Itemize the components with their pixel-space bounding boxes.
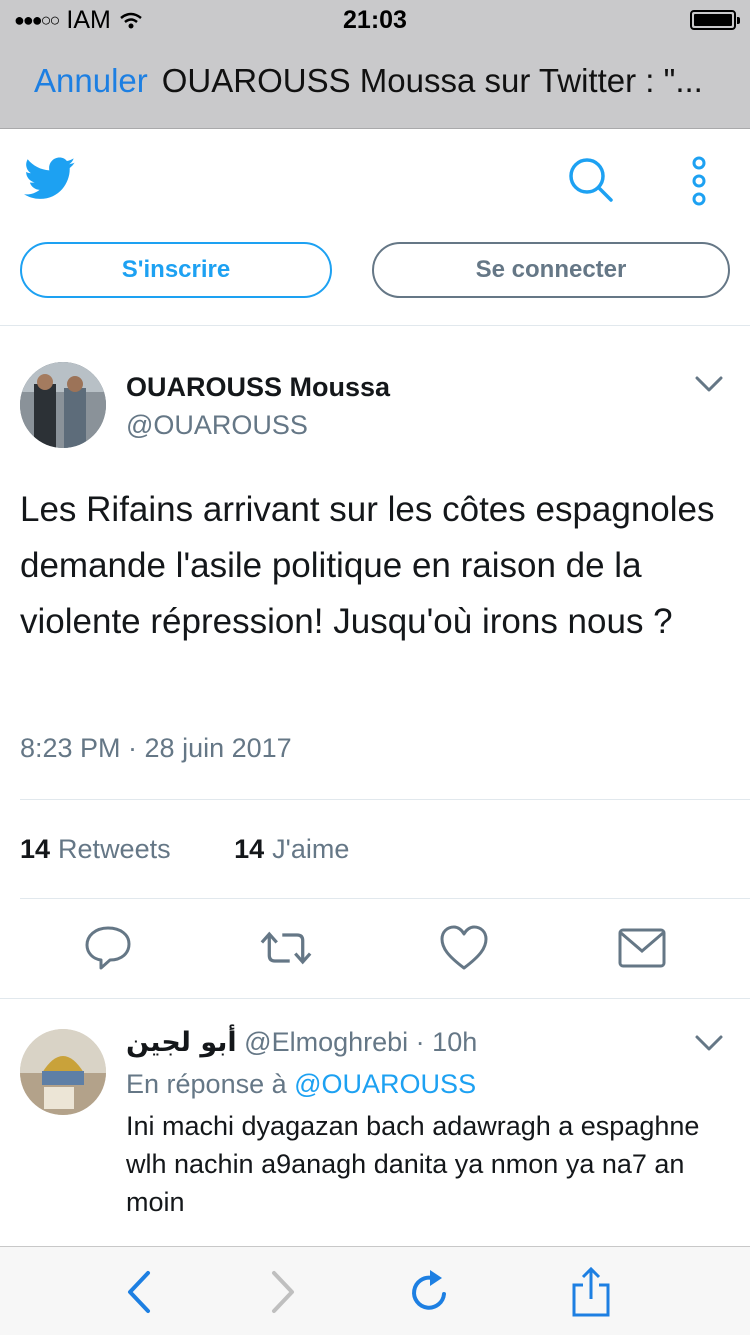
retweet-icon[interactable]: [260, 922, 312, 974]
reply-time[interactable]: 10h: [432, 1027, 477, 1057]
in-reply-prefix: En réponse à: [126, 1069, 287, 1099]
safari-toolbar: [0, 1246, 750, 1335]
in-reply-to: En réponse à @OUAROUSS: [126, 1069, 476, 1100]
login-button[interactable]: Se connecter: [372, 242, 730, 298]
twitter-bird-icon[interactable]: [24, 157, 76, 201]
back-icon[interactable]: [114, 1267, 164, 1317]
likes-count: 14: [234, 834, 265, 864]
tweet-datetime[interactable]: 8:23 PM · 28 juin 2017: [20, 733, 292, 764]
twitter-header: S'inscrire Se connecter: [0, 129, 750, 326]
clock: 21:03: [343, 6, 407, 34]
more-vertical-icon[interactable]: [686, 155, 712, 207]
page-title: OUAROUSS Moussa sur Twitter : "...: [161, 62, 703, 99]
chevron-down-icon[interactable]: [694, 1033, 724, 1053]
reply-tweet: أبو لجين @Elmoghrebi · 10h En réponse à …: [0, 998, 750, 1217]
avatar-photo: [20, 362, 106, 448]
search-icon[interactable]: [566, 155, 616, 205]
reply-separator: ·: [415, 1027, 425, 1057]
likes-label: J'aime: [272, 834, 350, 864]
like-icon[interactable]: [438, 922, 490, 974]
reply-avatar[interactable]: [20, 1029, 106, 1115]
reply-text: Ini machi dyagazan bach adawragh a espag…: [126, 1111, 700, 1217]
signup-button[interactable]: S'inscrire: [20, 242, 332, 298]
reply-author-handle[interactable]: @Elmoghrebi: [244, 1027, 408, 1057]
reply-icon[interactable]: [82, 922, 134, 974]
cancel-button[interactable]: Annuler: [34, 62, 148, 99]
divider: [20, 898, 750, 899]
reload-icon[interactable]: [404, 1267, 454, 1317]
safari-top-bar: ●●●○○ IAM 21:03 Annuler OUAROUSS Moussa s…: [0, 0, 750, 129]
likes-stat[interactable]: 14 J'aime: [234, 834, 349, 864]
reply-header: أبو لجين @Elmoghrebi · 10h: [126, 1027, 477, 1058]
retweets-label: Retweets: [58, 834, 171, 864]
in-reply-mention[interactable]: @OUAROUSS: [294, 1069, 476, 1099]
status-bar: ●●●○○ IAM 21:03: [0, 0, 750, 40]
author-avatar[interactable]: [20, 362, 106, 448]
author-name[interactable]: OUAROUSS Moussa: [126, 372, 390, 403]
nav-line: Annuler OUAROUSS Moussa sur Twitter : "..…: [34, 62, 734, 100]
tweet-stats: 14 Retweets 14 J'aime: [20, 834, 349, 865]
forward-icon[interactable]: [258, 1267, 308, 1317]
tweet-text: Les Rifains arrivant sur les côtes espag…: [20, 490, 715, 641]
divider: [20, 799, 750, 800]
chevron-down-icon[interactable]: [694, 374, 724, 394]
share-icon[interactable]: [566, 1267, 616, 1317]
reply-author-name[interactable]: أبو لجين: [126, 1027, 237, 1058]
author-handle[interactable]: @OUAROUSS: [126, 410, 308, 441]
reply-avatar-photo: [20, 1029, 106, 1115]
tweet-actions: [0, 922, 750, 992]
direct-message-icon[interactable]: [616, 922, 668, 974]
retweets-count: 14: [20, 834, 51, 864]
retweets-stat[interactable]: 14 Retweets: [20, 834, 171, 864]
battery-icon: [690, 10, 740, 30]
